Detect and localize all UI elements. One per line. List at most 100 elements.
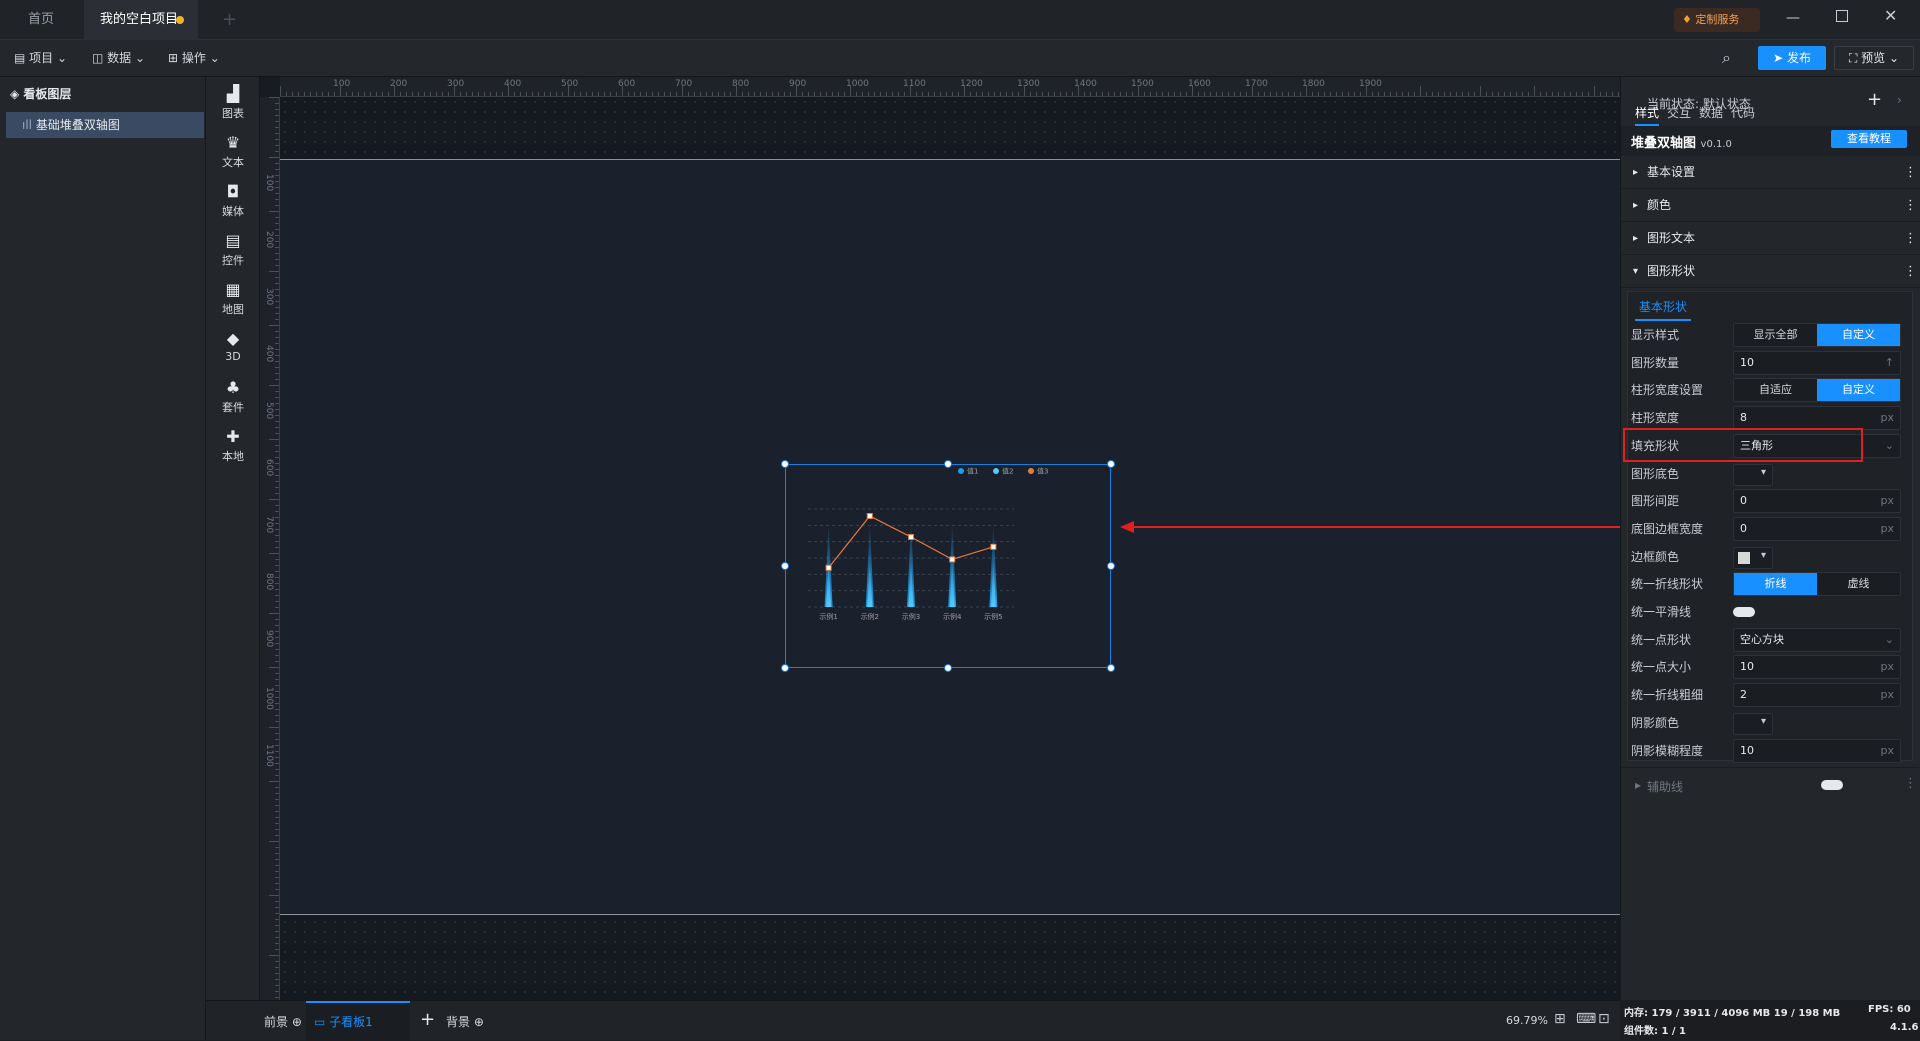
publish-button[interactable]: ➤ 发布 [1758,46,1826,70]
setting-row: 柱形宽度设置 自适应 自定义 [1631,376,1919,404]
ruler-tick [1588,92,1589,96]
segment-option[interactable]: 自定义 [1817,324,1900,346]
panel-tab-3[interactable]: 代码 [1731,104,1755,126]
panel-tab-2[interactable]: 数据 [1699,104,1723,126]
ruler-tick [820,92,821,96]
resize-handle[interactable] [944,460,952,468]
layer-item[interactable]: ıll 基础堆叠双轴图 [6,112,204,138]
ruler-tick [1558,92,1559,96]
project-menu[interactable]: ▤ 项目 ⌄ [14,40,67,77]
tab-home[interactable]: 首页 [12,0,70,40]
resize-handle[interactable] [944,664,952,672]
maximize-icon[interactable] [1836,10,1848,22]
ruler-tick [448,92,449,96]
chevron-right-icon[interactable]: › [1897,93,1902,107]
ruler-tick-label: 100 [333,79,351,89]
more-icon[interactable]: ⋮ [1904,776,1917,791]
tab-project[interactable]: 我的空白项目 [84,0,198,40]
color-picker[interactable]: ▾ [1733,712,1773,735]
resize-handle[interactable] [1107,664,1115,672]
section-1[interactable]: ▸ 颜色 ⋮ [1621,189,1920,222]
rail-item-4[interactable]: ▦ 地图 [206,281,260,317]
more-icon[interactable]: ⋮ [1904,189,1917,222]
canvas-stage[interactable]: 示例1 示例2 示例3 示例4 示例5 值1 值2 值3 [280,97,1620,1000]
select-dropdown[interactable]: 三角形 ⌄ [1733,433,1901,458]
operate-menu[interactable]: ⊞ 操作 ⌄ [168,40,220,77]
aux-line-section[interactable]: ▸ 辅助线 ⋮ [1621,767,1920,801]
rail-item-1[interactable]: ♛ 文本 [206,134,260,170]
ruler-tick [844,92,845,96]
rail-item-2[interactable]: ◘ 媒体 [206,183,260,219]
keyboard-icon[interactable]: ⌨ [1576,1011,1596,1027]
number-input[interactable]: 2 px [1733,683,1901,708]
segment-option[interactable]: 显示全部 [1734,324,1817,346]
segmented-control: 折线 虚线 [1733,572,1901,597]
panel-tab-0[interactable]: 样式 [1635,104,1660,126]
number-input[interactable]: 8 px [1733,406,1901,431]
terminal-icon[interactable]: ⊡ [1598,1011,1610,1027]
minimize-icon[interactable]: — [1786,10,1800,26]
number-input[interactable]: 10 ↑ [1733,350,1901,375]
add-circle-icon[interactable]: ⊕ [474,1015,484,1029]
chart-widget[interactable]: 示例1 示例2 示例3 示例4 示例5 值1 值2 值3 [785,464,1111,668]
segment-option[interactable]: 自适应 [1734,379,1817,402]
input-unit: px [1880,743,1895,757]
subtab-basic-shape[interactable]: 基本形状 [1635,298,1692,321]
add-circle-icon[interactable]: ⊕ [292,1015,302,1029]
segment-option[interactable]: 折线 [1734,573,1817,596]
more-icon[interactable]: ⋮ [1904,222,1917,255]
resize-handle[interactable] [781,460,789,468]
more-icon[interactable]: ⋮ [1904,255,1917,288]
ruler-tick [275,637,279,638]
resize-handle[interactable] [781,562,789,570]
select-dropdown[interactable]: 空心方块 ⌄ [1733,627,1901,652]
segment-option[interactable]: 虚线 [1817,573,1900,596]
legend-label: 值2 [1002,467,1013,476]
resize-handle[interactable] [781,664,789,672]
fit-screen-icon[interactable]: ⊞ [1554,1011,1566,1027]
ruler-tick [275,253,279,254]
ruler-tick [304,92,305,96]
rail-item-3[interactable]: ▤ 控件 [206,232,260,268]
number-input[interactable]: 0 px [1733,516,1901,541]
number-input[interactable]: 0 px [1733,489,1901,514]
child-board-tab[interactable]: ▭ 子看板1 [306,1001,410,1041]
ruler-tick [269,613,279,614]
data-menu[interactable]: ◫ 数据 ⌄ [92,40,145,77]
section-2[interactable]: ▸ 图形文本 ⋮ [1621,222,1920,255]
preview-button[interactable]: ⛶ 预览 ⌄ [1834,46,1914,70]
rail-item-5[interactable]: ◆ 3D [206,330,260,364]
rail-item-0[interactable]: ▟ 图表 [206,85,260,121]
ruler-tick [1042,92,1043,96]
more-icon[interactable]: ⋮ [1904,156,1917,189]
color-picker[interactable]: ▾ [1733,546,1773,569]
add-state-button[interactable]: + [1867,89,1882,110]
zoom-level[interactable]: 69.79% [1506,1014,1548,1027]
resize-handle[interactable] [1107,562,1115,570]
add-board-button[interactable]: + [420,1009,435,1030]
number-input[interactable]: 10 px [1733,738,1901,763]
number-input[interactable]: 10 px [1733,655,1901,680]
background-tab[interactable]: 背景 ⊕ [446,1013,484,1030]
smooth-line-toggle[interactable] [1733,607,1755,617]
resize-handle[interactable] [1107,460,1115,468]
segment-option[interactable]: 自定义 [1817,379,1900,402]
custom-service-button[interactable]: ♦ 定制服务 [1674,8,1760,32]
search-icon[interactable]: ⌕ [1722,48,1742,68]
close-icon[interactable]: ✕ [1884,6,1897,25]
ruler-tick [850,86,851,96]
foreground-tab[interactable]: 前景 ⊕ [264,1013,302,1030]
legend-label: 值3 [1037,467,1048,476]
section-0[interactable]: ▸ 基本设置 ⋮ [1621,156,1920,189]
new-tab-button[interactable]: + [206,0,253,40]
rail-item-7[interactable]: ✚ 本地 [206,428,260,464]
section-3[interactable]: ▾ 图形形状 ⋮ [1621,255,1920,288]
tutorial-button[interactable]: 查看教程 [1831,130,1907,148]
color-picker[interactable]: ▾ [1733,463,1773,486]
panel-tab-1[interactable]: 交互 [1667,104,1691,126]
ruler-tick [275,469,279,470]
ruler-tick [275,139,279,140]
ruler-tick [269,211,279,212]
rail-item-6[interactable]: ♣ 套件 [206,379,260,415]
aux-line-toggle[interactable] [1821,780,1843,790]
